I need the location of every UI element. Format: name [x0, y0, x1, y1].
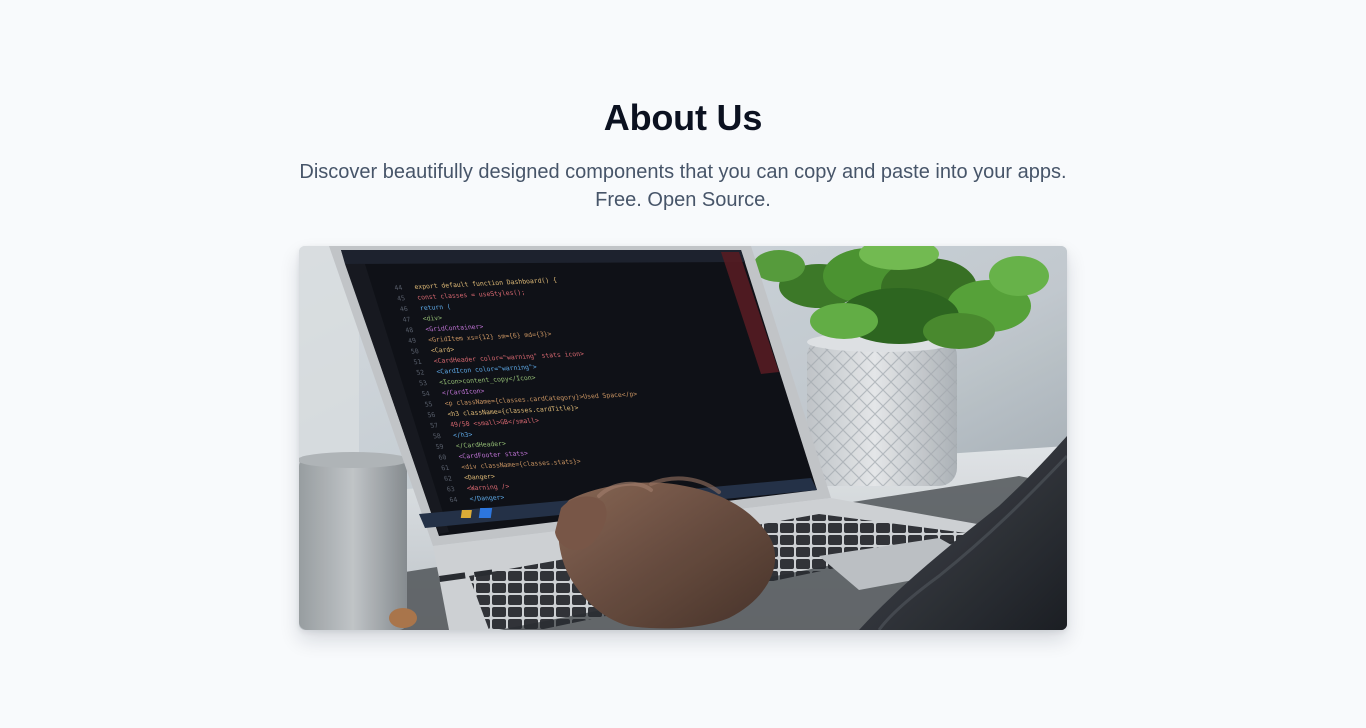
about-description-line-2: Free. Open Source. [595, 189, 771, 211]
about-description-line-1: Discover beautifully designed components… [299, 161, 1067, 183]
page-title: About Us [603, 97, 763, 138]
about-section: About Us Discover beautifully designed c… [0, 0, 1366, 728]
about-description: Discover beautifully designed components… [293, 158, 1073, 214]
laptop-photo: 44 export default function Dashboard() {4… [299, 246, 1067, 630]
hero-image: 44 export default function Dashboard() {4… [299, 246, 1067, 630]
